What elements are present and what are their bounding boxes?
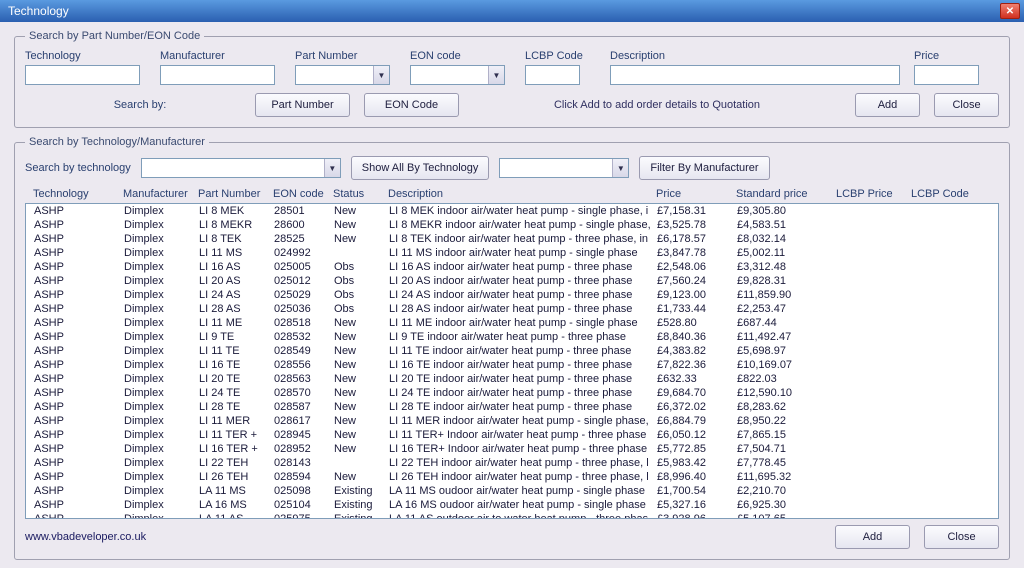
chevron-down-icon[interactable]: ▼ [324, 159, 340, 177]
table-row[interactable]: ASHPDimplexLI 8 MEK28501NewLI 8 MEK indo… [26, 204, 998, 218]
group-search-partnumber-eon: Search by Part Number/EON Code Technolog… [14, 30, 1010, 128]
col-manufacturer: Manufacturer [123, 188, 198, 200]
chevron-down-icon[interactable]: ▼ [488, 66, 504, 84]
table-row[interactable]: ASHPDimplexLI 8 MEKR28600NewLI 8 MEKR in… [26, 218, 998, 232]
table-row[interactable]: ASHPDimplexLI 26 TEH028594NewLI 26 TEH i… [26, 470, 998, 484]
results-column-headers: Technology Manufacturer Part Number EON … [25, 186, 999, 203]
col-lcbp-price: LCBP Price [836, 188, 911, 200]
table-row[interactable]: ASHPDimplexLI 11 MS024992LI 11 MS indoor… [26, 246, 998, 260]
manufacturer-filter-combo[interactable] [499, 158, 629, 178]
table-row[interactable]: ASHPDimplexLI 24 AS025029ObsLI 24 AS ind… [26, 288, 998, 302]
table-row[interactable]: ASHPDimplexLI 22 TEH028143LI 22 TEH indo… [26, 456, 998, 470]
table-row[interactable]: ASHPDimplexLI 28 AS025036ObsLI 28 AS ind… [26, 302, 998, 316]
table-row[interactable]: ASHPDimplexLI 8 TEK28525NewLI 8 TEK indo… [26, 232, 998, 246]
lcbp-code-input[interactable] [525, 65, 580, 85]
table-row[interactable]: ASHPDimplexLI 16 AS025005ObsLI 16 AS ind… [26, 260, 998, 274]
label-description: Description [610, 50, 904, 62]
results-grid[interactable]: ASHPDimplexLI 8 MEK28501NewLI 8 MEK indo… [25, 203, 999, 519]
label-part-number: Part Number [295, 50, 400, 62]
col-technology: Technology [33, 188, 123, 200]
table-row[interactable]: ASHPDimplexLI 11 MER028617NewLI 11 MER i… [26, 414, 998, 428]
chevron-down-icon[interactable]: ▼ [612, 159, 628, 177]
table-row[interactable]: ASHPDimplexLI 20 AS025012ObsLI 20 AS ind… [26, 274, 998, 288]
add-button-top[interactable]: Add [855, 93, 920, 117]
show-all-by-technology-button[interactable]: Show All By Technology [351, 156, 490, 180]
search-eon-code-button[interactable]: EON Code [364, 93, 459, 117]
description-input[interactable] [610, 65, 900, 85]
group-search-tech-manufacturer: Search by Technology/Manufacturer Search… [14, 136, 1010, 560]
group1-legend: Search by Part Number/EON Code [25, 30, 204, 42]
manufacturer-input[interactable] [160, 65, 275, 85]
close-button-bottom[interactable]: Close [924, 525, 999, 549]
window-title: Technology [4, 4, 1000, 18]
label-lcbp-code: LCBP Code [525, 50, 600, 62]
technology-dialog: Technology ✕ Search by Part Number/EON C… [0, 0, 1024, 568]
table-row[interactable]: ASHPDimplexLI 24 TE028570NewLI 24 TE ind… [26, 386, 998, 400]
table-row[interactable]: ASHPDimplexLI 11 ME028518NewLI 11 ME ind… [26, 316, 998, 330]
chevron-down-icon[interactable]: ▼ [373, 66, 389, 84]
label-price: Price [914, 50, 989, 62]
col-description: Description [388, 188, 656, 200]
table-row[interactable]: ASHPDimplexLI 11 TE028549NewLI 11 TE ind… [26, 344, 998, 358]
search-part-number-button[interactable]: Part Number [255, 93, 350, 117]
label-search-by-technology: Search by technology [25, 162, 131, 174]
col-price: Price [656, 188, 736, 200]
label-search-by: Search by: [25, 99, 255, 111]
filter-by-manufacturer-button[interactable]: Filter By Manufacturer [639, 156, 769, 180]
table-row[interactable]: ASHPDimplexLI 16 TE028556NewLI 16 TE ind… [26, 358, 998, 372]
col-eon-code: EON code [273, 188, 333, 200]
price-input[interactable] [914, 65, 979, 85]
close-button-top[interactable]: Close [934, 93, 999, 117]
group1-hint: Click Add to add order details to Quotat… [459, 99, 855, 111]
titlebar[interactable]: Technology ✕ [0, 0, 1024, 22]
label-eon-code: EON code [410, 50, 515, 62]
table-row[interactable]: ASHPDimplexLA 11 MS025098ExistingLA 11 M… [26, 484, 998, 498]
footer-link[interactable]: www.vbadeveloper.co.uk [25, 531, 835, 543]
col-lcbp-code: LCBP Code [911, 188, 991, 200]
table-row[interactable]: ASHPDimplexLI 16 TER +028952NewLI 16 TER… [26, 442, 998, 456]
search-technology-combo[interactable] [141, 158, 341, 178]
table-row[interactable]: ASHPDimplexLI 11 TER +028945NewLI 11 TER… [26, 428, 998, 442]
close-icon[interactable]: ✕ [1000, 3, 1020, 19]
label-technology: Technology [25, 50, 150, 62]
add-button-bottom[interactable]: Add [835, 525, 910, 549]
col-standard-price: Standard price [736, 188, 836, 200]
table-row[interactable]: ASHPDimplexLI 9 TE028532NewLI 9 TE indoo… [26, 330, 998, 344]
table-row[interactable]: ASHPDimplexLI 28 TE028587NewLI 28 TE ind… [26, 400, 998, 414]
table-row[interactable]: ASHPDimplexLA 16 MS025104ExistingLA 16 M… [26, 498, 998, 512]
table-row[interactable]: ASHPDimplexLI 20 TE028563NewLI 20 TE ind… [26, 372, 998, 386]
label-manufacturer: Manufacturer [160, 50, 285, 62]
col-status: Status [333, 188, 388, 200]
group2-legend: Search by Technology/Manufacturer [25, 136, 209, 148]
technology-input[interactable] [25, 65, 140, 85]
col-part-number: Part Number [198, 188, 273, 200]
table-row[interactable]: ASHPDimplexLA 11 AS025975ExistingLA 11 A… [26, 512, 998, 519]
